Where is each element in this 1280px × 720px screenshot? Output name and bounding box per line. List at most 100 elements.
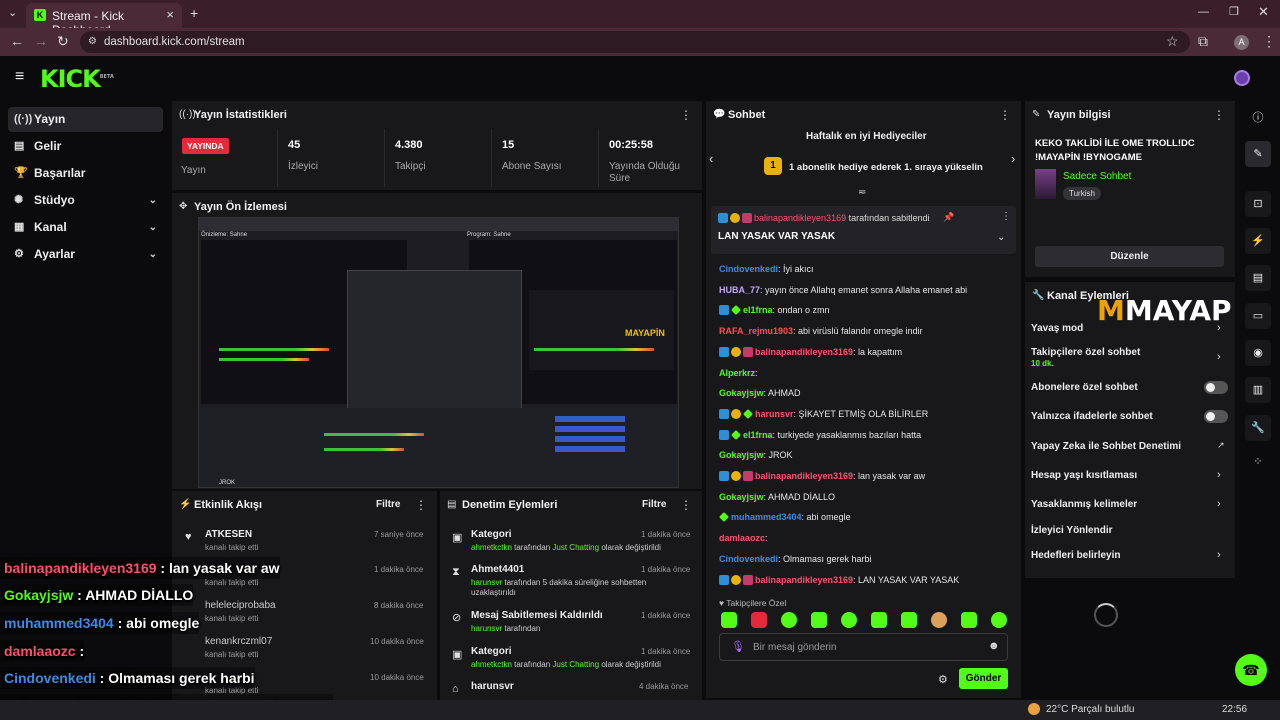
url-field[interactable]: ⚙ dashboard.kick.com/stream [80, 31, 1190, 53]
account-age-row[interactable]: Hesap yaşı kısıtlaması [1031, 470, 1137, 481]
chevron-right-icon[interactable]: › [1011, 151, 1015, 166]
chat-username[interactable]: Alperkrz [719, 368, 755, 378]
emote-icon[interactable] [991, 612, 1007, 628]
chevron-right-icon[interactable]: › [1217, 498, 1221, 510]
hamburger-menu-icon[interactable]: ≡ [15, 68, 24, 86]
emote-icon[interactable] [931, 612, 947, 628]
close-window-icon[interactable]: ✕ [1258, 4, 1269, 20]
send-button[interactable]: Gönder [959, 668, 1008, 689]
chat-username[interactable]: el1frna [743, 430, 773, 440]
minimize-icon[interactable]: — [1198, 6, 1209, 18]
chat-message[interactable]: Cindovenkedi: İyi akıcı [719, 264, 814, 274]
chat-username[interactable]: harunsvr [755, 409, 794, 419]
edit-button[interactable]: Düzenle [1035, 246, 1224, 267]
more-options-icon[interactable]: ⋮ [680, 108, 692, 122]
external-link-icon[interactable]: ↗ [1217, 440, 1225, 451]
chat-username[interactable]: balinapandikleyen3169 [755, 575, 853, 585]
restore-icon[interactable]: ❐ [1229, 5, 1239, 18]
bookmark-star-icon[interactable]: ☆ [1166, 33, 1179, 50]
pin-icon[interactable]: 📌 [943, 212, 954, 223]
chat-message[interactable]: muhammed3404: abi omegle [719, 512, 851, 522]
slow-mode-row[interactable]: Yavaş mod [1031, 323, 1083, 334]
forward-icon[interactable]: → [34, 33, 48, 49]
chat-input[interactable]: 🎙 Bir mesaj gönderin ☻ [719, 633, 1008, 661]
chat-message[interactable]: balinapandikleyen3169: lan yasak var aw [719, 471, 925, 481]
chevron-down-icon[interactable]: ⌄ [997, 232, 1005, 243]
redirect-viewers-row[interactable]: İzleyici Yönlendir [1031, 525, 1113, 536]
chat-message[interactable]: Gokayjsjw: JROK [719, 450, 793, 460]
sidebar-item-basarilar[interactable]: 🏆 Başarılar [8, 161, 163, 186]
more-options-icon[interactable]: ⋮ [1213, 108, 1225, 122]
sidebar-item-studyo[interactable]: ✺ Stüdyo ⌄ [8, 188, 163, 213]
set-goals-row[interactable]: Hedefleri belirleyin [1031, 550, 1120, 561]
chat-message[interactable]: harunsvr: ŞİKAYET ETMİŞ OLA BİLİRLER [719, 408, 928, 419]
user-avatar[interactable] [1234, 70, 1250, 86]
reload-icon[interactable]: ↻ [57, 33, 69, 50]
stats-icon[interactable]: ▥ [1245, 377, 1271, 403]
chat-message[interactable]: Gokayjsjw: AHMAD [719, 388, 801, 398]
sidebar-item-yayin[interactable]: ((·)) Yayın [8, 107, 163, 132]
edit-icon[interactable]: ✎ [1245, 141, 1271, 167]
new-tab-icon[interactable]: + [190, 5, 198, 21]
profile-avatar[interactable]: A [1234, 35, 1249, 50]
chevron-right-icon[interactable]: › [1217, 351, 1221, 363]
chat-username[interactable]: damlaaozc [719, 533, 765, 543]
chat-settings-gear-icon[interactable]: ⚙ [938, 673, 948, 686]
category-link[interactable]: Sadece Sohbet [1063, 171, 1131, 182]
chevron-right-icon[interactable]: › [1217, 322, 1221, 334]
back-icon[interactable]: ← [10, 33, 24, 49]
chat-message[interactable]: balinapandikleyen3169: la kapattım [719, 346, 902, 357]
subscribers-only-toggle[interactable] [1204, 381, 1228, 394]
chat-username[interactable]: Cindovenkedi [719, 264, 778, 274]
tag-chip[interactable]: Turkish [1063, 187, 1101, 200]
more-options-icon[interactable]: ⋮ [999, 108, 1011, 122]
broadcast-icon[interactable]: ◉ [1245, 340, 1271, 366]
filter-button[interactable]: Filtre [376, 499, 400, 510]
sidebar-item-kanal[interactable]: ▦ Kanal ⌄ [8, 215, 163, 240]
document-icon[interactable]: ▤ [1245, 265, 1271, 291]
chat-username[interactable]: RAFA_rejmu1903 [719, 326, 793, 336]
emote-icon[interactable] [751, 612, 767, 628]
filter-button[interactable]: Filtre [642, 499, 666, 510]
browser-menu-icon[interactable]: ⋮ [1262, 33, 1276, 50]
chat-username[interactable]: balinapandikleyen3169 [755, 471, 853, 481]
collapse-icon[interactable]: ≂ [858, 187, 866, 198]
wrench-icon[interactable]: 🔧 [1245, 415, 1271, 441]
chevron-right-icon[interactable]: › [1217, 549, 1221, 561]
emote-only-toggle[interactable] [1204, 410, 1228, 423]
chat-message[interactable]: Cindovenkedi: Olmaması gerek harbi [719, 554, 872, 564]
emote-icon[interactable] [961, 612, 977, 628]
emote-icon[interactable] [871, 612, 887, 628]
close-tab-icon[interactable]: × [166, 7, 174, 22]
sidebar-item-gelir[interactable]: ▤ Gelir [8, 134, 163, 159]
site-info-icon[interactable]: ⚙ [88, 31, 97, 53]
sidebar-item-ayarlar[interactable]: ⚙ Ayarlar ⌄ [8, 242, 163, 267]
emote-icon[interactable] [781, 612, 797, 628]
microphone-icon[interactable]: 🎙 [731, 640, 745, 653]
emoji-icon[interactable]: ☻ [988, 640, 1000, 652]
browser-tab[interactable]: K Stream - Kick Dashboard × [26, 3, 182, 37]
more-options-icon[interactable]: ⋮ [680, 498, 692, 512]
followers-only-row[interactable]: Takipçilere özel sohbet [1031, 347, 1140, 358]
dots-icon[interactable]: ⁘ [1245, 449, 1271, 475]
screenshot-icon[interactable]: ⊡ [1245, 191, 1271, 217]
ai-moderation-row[interactable]: Yapay Zeka ile Sohbet Denetimi [1031, 441, 1181, 452]
banned-words-row[interactable]: Yasaklanmış kelimeler [1031, 499, 1137, 510]
chat-username[interactable]: Gokayjsjw [719, 450, 764, 460]
extensions-icon[interactable]: ⧉ [1198, 33, 1208, 50]
chat-username[interactable]: HUBA_77 [719, 285, 760, 295]
chat-username[interactable]: Cindovenkedi [719, 554, 778, 564]
pinned-message[interactable]: balinapandikleyen3169 tarafından sabitle… [711, 206, 1016, 254]
chat-username[interactable]: Gokayjsjw [719, 388, 764, 398]
tab-list-icon[interactable]: ⌄ [8, 6, 17, 19]
chevron-right-icon[interactable]: › [1217, 469, 1221, 481]
chat-message[interactable]: Alperkrz: [719, 368, 758, 378]
emote-icon[interactable] [811, 612, 827, 628]
obs-preview[interactable]: Önizleme: Sahne Program: Sahne MAYAPİN J… [198, 217, 679, 488]
chat-message[interactable]: el1frna: turkiyede yasaklanmıs bazıları … [719, 429, 921, 440]
chat-username[interactable]: balinapandikleyen3169 [755, 347, 853, 357]
chevron-left-icon[interactable]: ‹ [709, 151, 713, 166]
chat-message[interactable]: balinapandikleyen3169: LAN YASAK VAR YAS… [719, 574, 959, 585]
support-chat-icon[interactable]: ☎ [1235, 654, 1267, 686]
chat-message[interactable]: el1frna: ondan o zmn [719, 305, 830, 316]
